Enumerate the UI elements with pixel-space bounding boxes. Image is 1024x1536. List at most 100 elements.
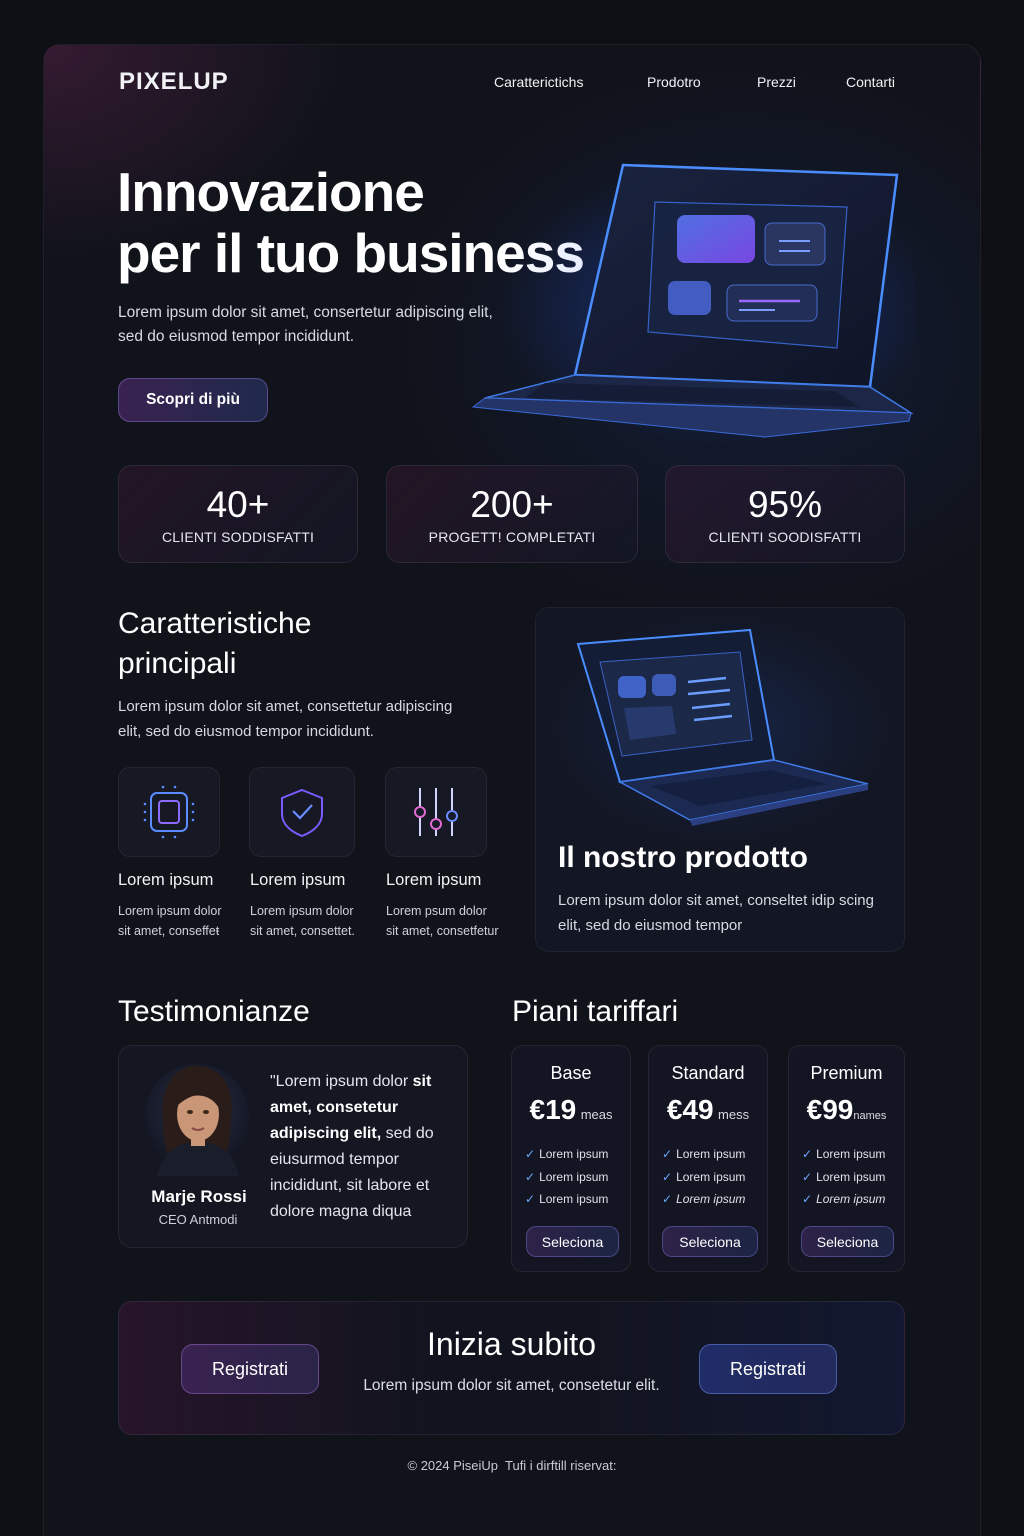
testimonials-title: Testimonianze [118,995,310,1028]
plan-feature: ✓ Lorem ipsum [662,1192,745,1206]
testimonial-author-role: CEO Antmodi [158,1212,238,1227]
check-icon: ✓ [662,1192,673,1206]
feature-icon-box [118,767,220,857]
check-icon: ✓ [525,1170,536,1184]
features-description-line: Lorem ipsum dolor sit amet, consettetur … [118,698,453,715]
check-icon: ✓ [802,1170,813,1184]
features-description: Lorem ipsum dolor sit amet, consettetur … [118,694,518,744]
plan-feature-label: Lorem ipsum [539,1170,609,1184]
plan-feature-label: Lorem ipsum [539,1147,609,1161]
nav-link-product[interactable]: Prodotro [647,74,701,90]
plan-price: €19 meas [512,1094,630,1126]
pricing-title: Piani tariffari [512,995,679,1028]
check-icon: ✓ [662,1170,673,1184]
check-icon: ✓ [662,1147,673,1161]
nav-link-contacts[interactable]: Contarti [846,74,895,90]
select-plan-button[interactable]: Seleciona [662,1226,758,1257]
cta-title: Inizia subito [427,1326,596,1362]
stat-card: 40+ CLIENTI SODDISFATTI [118,465,358,563]
plan-feature-label: Lorem ipsum [676,1192,746,1206]
plan-feature-label: Lorem ipsum [676,1147,746,1161]
feature-icon-box [249,767,355,857]
product-laptop-illustration [576,628,869,826]
plan-name: Premium [810,1063,883,1083]
pricing-plan-card: Standard €49 mess ✓ Lorem ipsum ✓ Lorem ip… [648,1045,768,1272]
nav-link-features[interactable]: Caratterictichs [494,74,583,90]
nav-link-pricing[interactable]: Prezzi [757,74,796,90]
plan-feature: ✓ Lorem ipsum [802,1170,885,1184]
features-title-line: principali [118,647,237,680]
plan-feature: ✓ Lorem ipsum [802,1147,885,1161]
sliders-icon [414,788,458,836]
plan-price-period: names [853,1110,887,1122]
testimonial-author-name: Marje Rossi [151,1187,247,1206]
plan-feature: ✓ Lorem ipsum [662,1170,745,1184]
stat-label: CLIENTI SOODISFATTI [708,529,862,545]
select-plan-button[interactable]: Seleciona [526,1226,619,1257]
discover-more-button[interactable]: Scopri di più [118,378,268,422]
plan-price-amount: €49 [666,1094,714,1125]
footer-copyright: © 2024 PiseiUp Tufi i dirftill riservat: [407,1458,617,1473]
stat-card: 200+ PROGETT! COMPLETATI [386,465,638,563]
plan-name: Standard [671,1063,745,1083]
stat-label: PROGETT! COMPLETATI [428,529,596,545]
check-icon: ✓ [525,1147,536,1161]
hero-subtitle: Lorem ipsum dolor sit amet, consertetur … [118,301,518,349]
feature-title: Lorem ipsum [386,871,482,889]
plan-price-amount: €99 [806,1094,854,1125]
hero-subtitle-line: Lorem ipsum dolor sit amet, consertetur … [118,304,493,321]
stat-value: 40+ [206,484,270,525]
hero-laptop-illustration [471,163,915,445]
stat-card: 95% CLIENTI SOODISFATTI [665,465,905,563]
product-title: Il nostro prodotto [558,841,808,874]
feature-description-line: sit amet, consetfetur [386,924,499,938]
pricing-plan-card: Premium €99names ✓ Lorem ipsum ✓ Lorem ips… [788,1045,905,1272]
hero-subtitle-line: sed do eiusmod tempor incididunt. [118,328,355,345]
plan-price: €99names [789,1094,904,1126]
stat-value: 95% [747,484,823,525]
check-icon: ✓ [802,1147,813,1161]
plan-price-period: meas [580,1107,613,1122]
check-icon: ✓ [525,1192,536,1206]
pricing-plan-card: Base €19 meas ✓ Lorem ipsum ✓ Lorem ipsum … [511,1045,631,1272]
plan-feature: ✓ Lorem ipsum [802,1192,885,1206]
plan-feature-label: Lorem ipsum [676,1170,746,1184]
plan-feature-label: Lorem ipsum [816,1147,886,1161]
plan-price: €49 mess [649,1094,767,1126]
feature-description-line: Lorem ipsum dolor [118,904,222,918]
feature-description: Lorem ipsum dolor sit amet, consettet. [250,901,362,941]
stat-value: 200+ [470,484,554,525]
avatar [145,1064,249,1176]
product-description-line: elit, sed do eiusmod tempor [558,917,743,934]
features-title: Caratteristiche principali [118,604,311,684]
feature-description-line: sit amet, conseffeŧ [118,924,220,938]
product-description-line: Lorem ipsum dolor sit amet, conseltet id… [558,892,874,909]
plan-feature: ✓ Lorem ipsum [525,1192,608,1206]
plan-feature: ✓ Lorem ipsum [525,1170,608,1184]
feature-title: Lorem ipsum [250,871,346,889]
feature-title: Lorem ipsum [118,871,214,889]
product-description: Lorem ipsum dolor sit amet, conseltet id… [558,888,898,938]
plan-price-period: mess [718,1107,750,1122]
chip-icon [143,785,195,839]
feature-description-line: sit amet, consettet. [250,924,355,938]
plan-feature-label: Lorem ipsum [539,1192,609,1206]
shield-check-icon [281,788,323,838]
feature-icon-box [385,767,487,857]
stat-label: CLIENTI SODDISFATTI [161,529,315,545]
feature-description: Lorem ipsum dolor sit amet, conseffeŧ [118,901,226,941]
plan-name: Base [550,1063,592,1083]
testimonial-quote: "Lorem ipsum dolor sit amet, consetetur … [270,1069,460,1225]
features-description-line: elit, sed do eiusmod tempor incididunt. [118,723,374,740]
plan-feature: ✓ Lorem ipsum [662,1147,745,1161]
check-icon: ✓ [802,1192,813,1206]
plan-feature: ✓ Lorem ipsum [525,1147,608,1161]
select-plan-button[interactable]: Seleciona [801,1226,894,1257]
brand-logo[interactable]: PIXELUP [119,68,229,96]
testimonial-quote-text: "Lorem ipsum dolor [270,1073,409,1090]
cta-subtitle: Lorem ipsum dolor sit amet, consetetur e… [363,1377,660,1394]
plan-feature-label: Lorem ipsum [816,1192,886,1206]
feature-description-line: Lorem ipsum dolor [250,904,354,918]
plan-price-amount: €19 [529,1094,577,1125]
feature-description-line: Lorem psum dolor [386,904,487,918]
